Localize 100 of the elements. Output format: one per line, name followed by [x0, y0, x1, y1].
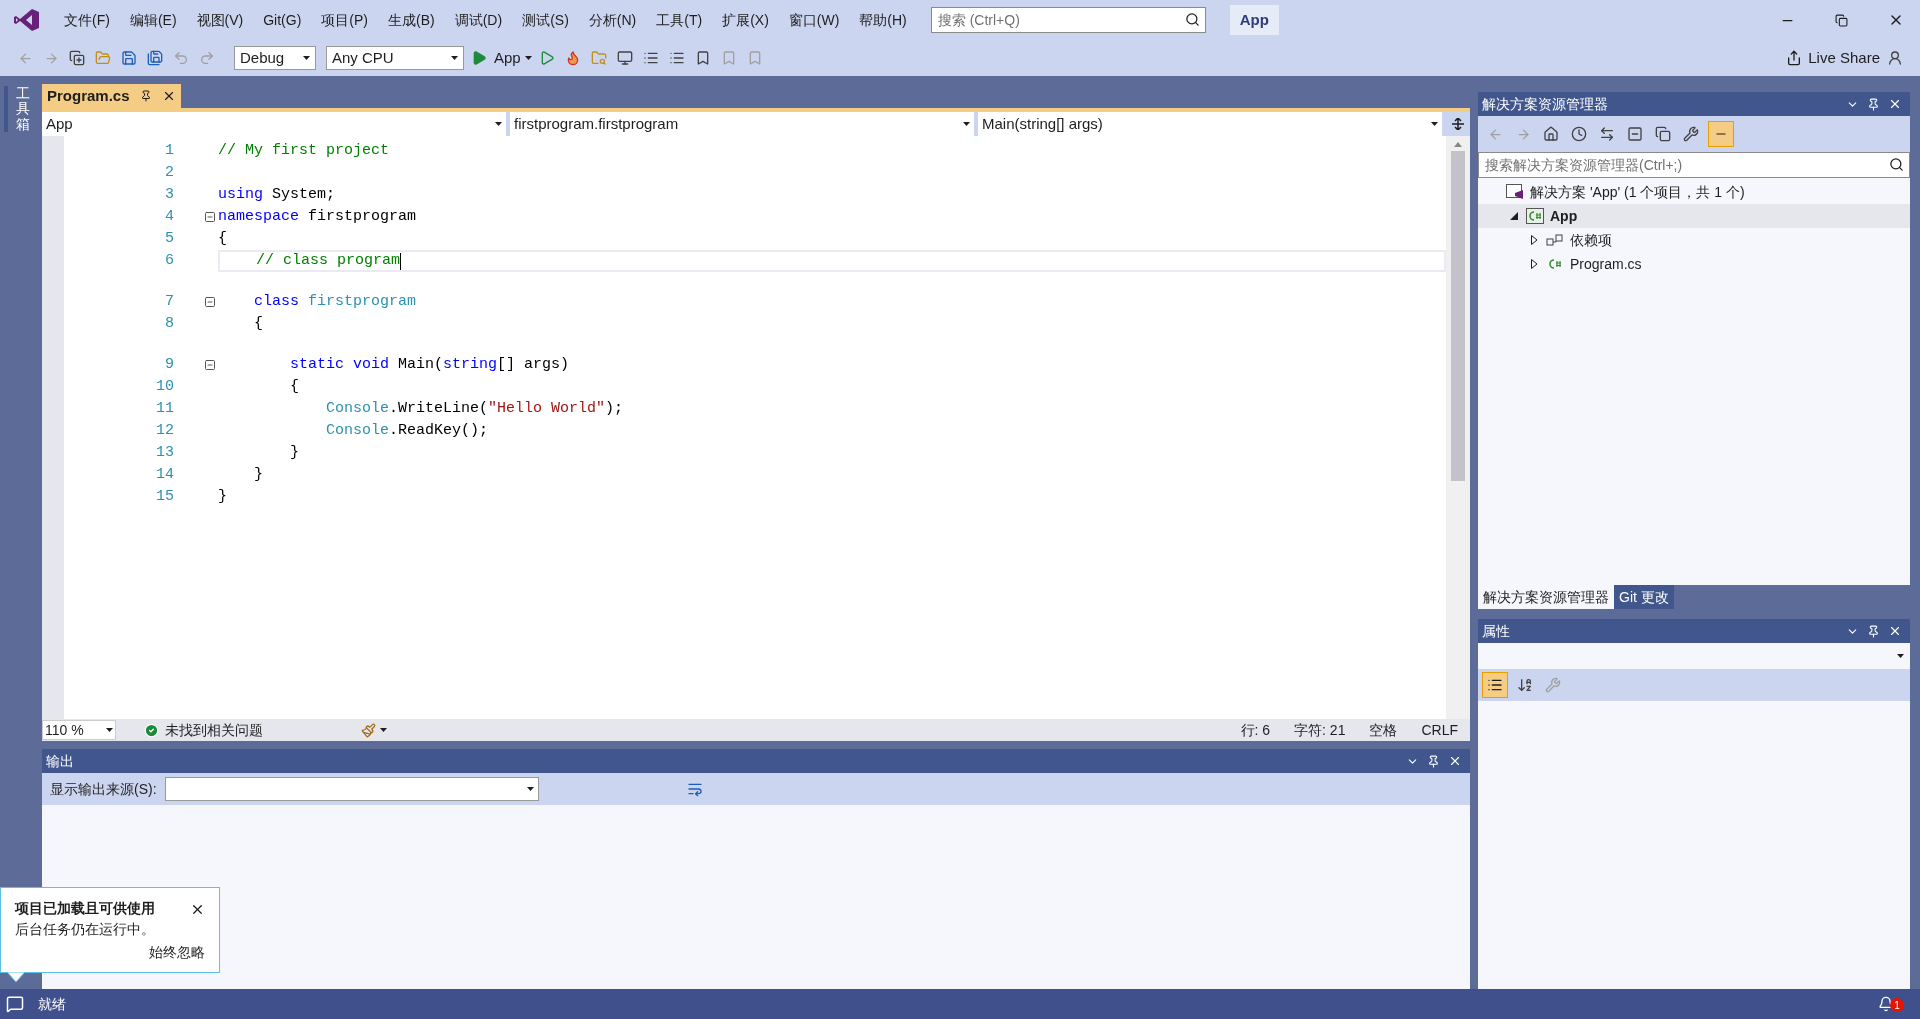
close-icon[interactable] — [1888, 624, 1902, 638]
live-share-button[interactable]: Live Share — [1786, 46, 1880, 70]
notification-message: 后台任务仍在运行中。 — [15, 920, 156, 939]
menu-item[interactable]: 调试(D) — [444, 9, 513, 31]
code-line: { — [218, 228, 227, 249]
dropdown-caret-icon[interactable] — [963, 122, 970, 126]
code-line: { — [253, 313, 263, 334]
dropdown-caret-icon[interactable] — [526, 787, 534, 791]
solution-name: App — [1229, 5, 1279, 35]
tree-item[interactable]: 依赖项 — [1478, 228, 1910, 252]
dropdown-caret-icon[interactable] — [451, 56, 458, 60]
zoom-dropdown[interactable]: 110 % — [42, 720, 116, 740]
status-text: 就绪 — [38, 994, 66, 1014]
navigation-dropdown[interactable]: firstprogram.firstprogram — [510, 112, 974, 136]
editor-tab[interactable]: Program.cs — [42, 84, 181, 108]
pin-icon[interactable] — [1427, 754, 1440, 768]
code-line: } — [253, 464, 263, 485]
csharp-project-icon — [1526, 208, 1544, 224]
collapsed-arrow-icon[interactable] — [1530, 235, 1538, 245]
search-field[interactable]: 搜索 (Ctrl+Q) — [930, 7, 1206, 33]
dropdown-caret-icon[interactable] — [1431, 122, 1438, 126]
code-line: { — [289, 376, 299, 397]
line-number: 2 — [164, 162, 175, 183]
search-icon — [1889, 157, 1904, 172]
code-line: } — [289, 442, 299, 463]
line-number: 9 — [164, 354, 175, 375]
code-line: Console.ReadKey(); — [325, 420, 489, 441]
categorized-icon[interactable] — [1482, 672, 1508, 698]
tree-item-label: App — [1550, 206, 1578, 226]
collapsed-arrow-icon[interactable] — [1530, 259, 1538, 269]
line-number: 3 — [164, 184, 175, 205]
vertical-scrollbar[interactable] — [1446, 136, 1470, 719]
tree-item-label: Program.cs — [1570, 254, 1642, 274]
panel-title: 属性 — [1482, 621, 1511, 641]
platform-dropdown[interactable]: Any CPU — [326, 46, 464, 70]
word-wrap-icon[interactable] — [686, 781, 703, 797]
line-number: 6 — [164, 250, 175, 271]
menu-item[interactable]: 帮助(H) — [849, 9, 917, 31]
panel-tab[interactable]: 解决方案资源管理器 — [1478, 585, 1614, 609]
close-icon[interactable] — [1448, 754, 1462, 768]
menu-item[interactable]: 项目(P) — [311, 9, 378, 31]
menu-item[interactable]: Git(G) — [253, 9, 312, 31]
menu-item[interactable]: 文件(F) — [54, 9, 120, 31]
dropdown-caret-icon[interactable] — [495, 122, 502, 126]
line-number: 13 — [155, 442, 175, 463]
line-number: 15 — [155, 486, 175, 507]
cursor-position: 字符: 21 — [1293, 720, 1347, 740]
cursor-position: 空格 — [1368, 720, 1399, 740]
tree-item[interactable]: 解决方案 'App' (1 个项目，共 1 个) — [1478, 180, 1910, 204]
dismiss-link[interactable]: 始终忽略 — [149, 942, 205, 963]
code-line: Console.WriteLine("Hello World"); — [325, 398, 624, 419]
collapse-icon[interactable] — [204, 296, 216, 308]
menu-item[interactable]: 扩展(X) — [712, 9, 779, 31]
code-line: class firstprogram — [253, 291, 417, 312]
collapse-icon[interactable] — [204, 359, 216, 371]
tree-item[interactable]: App — [1478, 204, 1910, 228]
csharp-file-icon — [1546, 256, 1564, 272]
line-number: 11 — [155, 398, 175, 419]
collapse-icon[interactable] — [204, 211, 216, 223]
menu-item[interactable]: 生成(B) — [378, 9, 445, 31]
dropdown-caret-icon[interactable] — [106, 728, 113, 732]
panel-tab[interactable]: Git 更改 — [1614, 585, 1674, 609]
close-icon[interactable] — [1888, 97, 1902, 111]
code-line: // class program — [255, 250, 401, 271]
pin-icon[interactable] — [1867, 624, 1880, 638]
line-number: 14 — [155, 464, 175, 485]
dropdown-caret-icon[interactable] — [524, 56, 532, 60]
pin-icon[interactable] — [139, 90, 152, 102]
notification-count: 1 — [1890, 998, 1904, 1012]
navigation-dropdown[interactable]: App — [42, 112, 506, 136]
message-icon[interactable] — [6, 995, 24, 1013]
cleanup-icon[interactable] — [361, 722, 376, 738]
menu-item[interactable]: 工具(T) — [646, 9, 713, 31]
menu-item[interactable]: 窗口(W) — [778, 9, 850, 31]
search-field[interactable]: 搜索解决方案资源管理器(Ctrl+;) — [1478, 152, 1910, 178]
configuration-dropdown[interactable]: Debug — [234, 46, 316, 70]
line-number: 4 — [164, 206, 175, 227]
expanded-arrow-icon[interactable] — [1510, 212, 1518, 220]
dropdown-caret-icon[interactable] — [1897, 654, 1904, 658]
app-logo-icon — [14, 8, 40, 32]
restore-icon[interactable] — [1835, 13, 1848, 27]
run-button[interactable]: App — [494, 46, 521, 70]
scroll-up-icon[interactable] — [1454, 142, 1462, 147]
tree-item[interactable]: Program.cs — [1478, 252, 1910, 276]
preview-toggle-icon[interactable] — [1708, 121, 1734, 147]
pin-icon[interactable] — [1867, 97, 1880, 111]
line-number: 1 — [164, 140, 175, 161]
split-icon[interactable] — [1452, 118, 1464, 130]
menu-item[interactable]: 测试(S) — [512, 9, 579, 31]
check-icon — [144, 722, 159, 738]
navigation-dropdown[interactable]: Main(string[] args) — [978, 112, 1442, 136]
dropdown-caret-icon[interactable] — [380, 728, 387, 732]
menu-item[interactable]: 分析(N) — [578, 9, 647, 31]
line-number: 8 — [164, 313, 175, 334]
toolbox-tab[interactable]: 工具箱 — [4, 86, 34, 133]
dropdown-caret-icon[interactable] — [303, 56, 310, 60]
menu-item[interactable]: 视图(V) — [186, 9, 254, 31]
menu-item[interactable]: 编辑(E) — [119, 9, 187, 31]
close-icon[interactable] — [190, 902, 205, 917]
line-number: 12 — [155, 420, 175, 441]
